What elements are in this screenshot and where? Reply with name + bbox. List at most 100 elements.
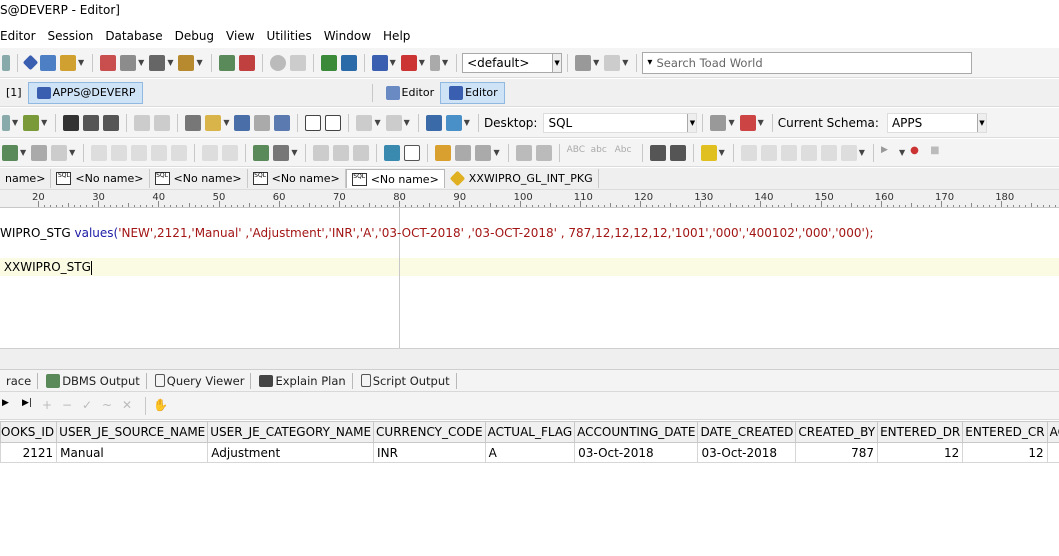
parens-icon[interactable]	[51, 144, 68, 161]
table-cell[interactable]: 787	[795, 442, 879, 463]
open-file-icon[interactable]	[23, 114, 40, 131]
clock-icon[interactable]	[269, 54, 286, 71]
tab-trace[interactable]: race	[0, 372, 39, 389]
column-header[interactable]: USER_JE_CATEGORY_NAME	[207, 421, 375, 443]
outdent-icon[interactable]	[669, 144, 686, 161]
eraser-icon[interactable]	[475, 144, 492, 161]
menu-session[interactable]: Session	[48, 29, 100, 43]
cancel-icon[interactable]: ✕	[122, 398, 138, 414]
document-icon[interactable]	[384, 144, 401, 161]
post-icon[interactable]: ✓	[82, 398, 98, 414]
column-header[interactable]: CURRENCY_CODE	[373, 421, 486, 443]
cut-icon[interactable]	[134, 114, 151, 131]
code-line-1[interactable]: WIPRO_STG values('NEW',2121,'Manual' ,'A…	[0, 226, 873, 240]
wrench-icon[interactable]	[100, 54, 117, 71]
undo-icon[interactable]	[515, 144, 532, 161]
delete-icon[interactable]: −	[62, 398, 78, 414]
new-page-icon[interactable]	[404, 144, 421, 161]
panel-splitter[interactable]	[0, 348, 1059, 370]
table-cell[interactable]: 12	[877, 442, 964, 463]
menu-editor[interactable]: Editor	[0, 29, 42, 43]
tab-script-output[interactable]: Script Output	[353, 372, 457, 389]
chevron-down-icon[interactable]: ▼	[976, 113, 986, 132]
bookmark-icon[interactable]	[700, 144, 717, 161]
doc-tab[interactable]: name>	[0, 169, 52, 188]
commit-icon[interactable]	[320, 54, 337, 71]
object-2-icon[interactable]	[111, 144, 128, 161]
save-as-icon[interactable]	[83, 114, 100, 131]
rollback-icon[interactable]	[340, 54, 357, 71]
column-header[interactable]: ACTUAL_FLAG	[484, 421, 576, 443]
column-header[interactable]: ACCO	[1046, 421, 1059, 443]
tool-1-icon[interactable]	[740, 144, 757, 161]
column-header[interactable]: CREATED_BY	[795, 421, 879, 443]
tool-6-icon[interactable]	[840, 144, 857, 161]
menu-view[interactable]: View	[226, 29, 260, 43]
chevron-down-icon[interactable]: ▼	[552, 53, 562, 72]
sql-editor-icon[interactable]	[60, 54, 76, 71]
doc-tab[interactable]: SQL <No name>	[51, 169, 150, 188]
table-cell[interactable]: 03-Oct-2018	[697, 442, 797, 463]
pen-icon[interactable]	[31, 144, 48, 161]
bulb-icon[interactable]	[205, 114, 222, 131]
network-icon[interactable]	[575, 54, 592, 71]
clear-icon[interactable]	[455, 144, 472, 161]
grid-data-icon[interactable]	[253, 144, 270, 161]
cursor-icon[interactable]	[425, 114, 442, 131]
copy-icon[interactable]	[254, 114, 271, 131]
uppercase-icon[interactable]: ABC	[567, 145, 587, 161]
network-icon[interactable]	[710, 114, 727, 131]
desktop-combo[interactable]: SQL ▼	[543, 112, 698, 133]
grid-icon[interactable]	[234, 114, 251, 131]
compare-icon[interactable]	[218, 54, 235, 71]
hand-icon[interactable]: ✋	[153, 398, 169, 414]
next-record-icon[interactable]: ▶	[2, 398, 18, 414]
object-5-icon[interactable]	[171, 144, 188, 161]
object-3-icon[interactable]	[131, 144, 148, 161]
doc-tab[interactable]: SQL <No name>	[248, 169, 346, 188]
column-header[interactable]: ENTERED_CR	[962, 421, 1048, 443]
column-header[interactable]: DATE_CREATED	[697, 421, 797, 443]
info-icon[interactable]	[429, 54, 440, 71]
print-icon[interactable]	[185, 114, 202, 131]
doc-tab-active[interactable]: SQL <No name>	[345, 169, 445, 188]
table-cell[interactable]: 12	[962, 442, 1048, 463]
settings-icon[interactable]	[604, 54, 621, 71]
table-cell[interactable]: A	[484, 442, 576, 463]
copy-icon[interactable]	[333, 144, 350, 161]
breakpoint-icon[interactable]: ●	[910, 145, 926, 161]
forward-arrow-icon[interactable]	[385, 114, 402, 131]
report-icon[interactable]	[149, 54, 166, 71]
trash-icon[interactable]	[222, 144, 239, 161]
doc-tab[interactable]: SQL <No name>	[150, 169, 248, 188]
capitalize-icon[interactable]: Abc	[615, 145, 635, 161]
redo-icon[interactable]	[535, 144, 552, 161]
menu-utilities[interactable]: Utilities	[267, 29, 318, 43]
save-icon[interactable]	[63, 114, 80, 131]
tab-query-viewer[interactable]: Query Viewer	[147, 372, 252, 389]
tool-5-icon[interactable]	[820, 144, 837, 161]
find-object-icon[interactable]	[120, 54, 137, 71]
insert-icon[interactable]: +	[42, 398, 58, 414]
last-record-icon[interactable]: ▶|	[22, 398, 38, 414]
editor-window-tab-2[interactable]: Editor	[440, 81, 505, 104]
column-header[interactable]: ENTERED_DR	[877, 421, 964, 443]
export-icon[interactable]	[238, 54, 255, 71]
connection-tab[interactable]: APPS@DEVERP	[27, 81, 143, 104]
code-line-2[interactable]: XXWIPRO_STG	[0, 260, 92, 275]
menu-debug[interactable]: Debug	[175, 29, 220, 43]
editor-window-tab-1[interactable]: Editor	[378, 82, 441, 104]
doc-tab[interactable]: XXWIPRO_GL_INT_PKG	[445, 169, 599, 188]
table-cell[interactable]	[1046, 442, 1059, 463]
save-all-icon[interactable]	[103, 114, 120, 131]
stop-icon[interactable]: ■	[930, 145, 946, 161]
search-toad-world-field[interactable]: ▾ Search Toad World	[642, 51, 973, 74]
tool-4-icon[interactable]	[800, 144, 817, 161]
tool-3-icon[interactable]	[780, 144, 797, 161]
object-6-icon[interactable]	[202, 144, 219, 161]
link-icon[interactable]	[154, 114, 171, 131]
back-arrow-icon[interactable]	[356, 114, 373, 131]
play-icon[interactable]: ▶	[881, 145, 897, 161]
table-row[interactable]: 2121 Manual Adjustment INR A 03-Oct-2018…	[0, 442, 1059, 463]
bug-icon[interactable]	[289, 54, 306, 71]
